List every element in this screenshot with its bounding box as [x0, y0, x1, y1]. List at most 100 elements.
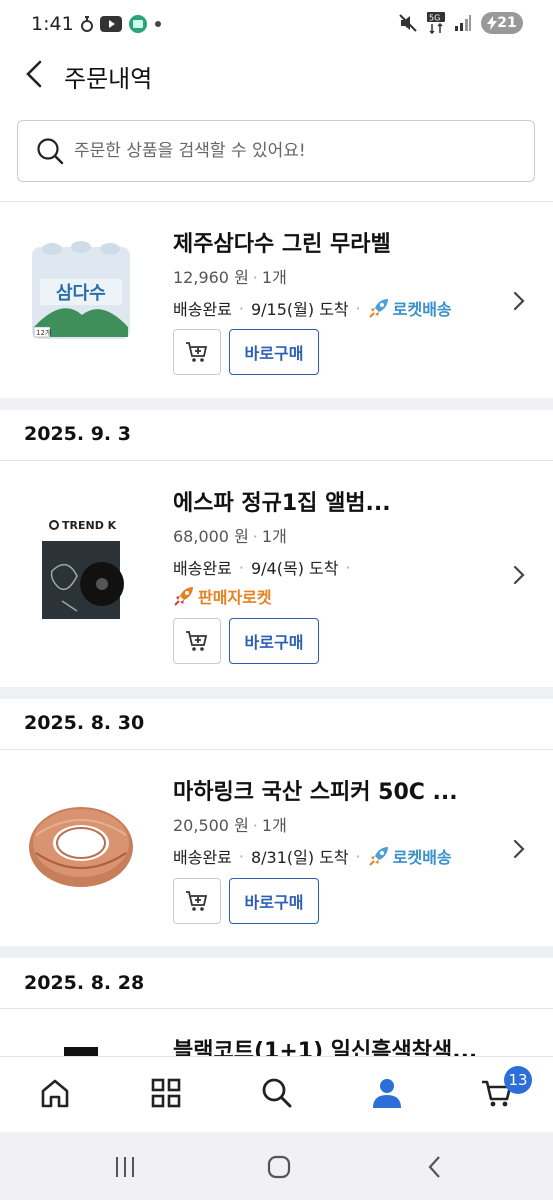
home-circle-icon [267, 1155, 291, 1179]
product-price: 20,500 원 [173, 816, 249, 835]
product-name[interactable]: 에스파 정규1집 앨범... [173, 485, 391, 517]
section-divider [0, 946, 553, 958]
product-price: 12,960 원 [173, 268, 249, 287]
rocket-badge-label: 로켓배송 [392, 300, 452, 319]
order-card[interactable]: 마하링크 국산 스피커 50C ... 20,500 원 · 1개 배송완료 · 8/… [0, 750, 553, 946]
add-cart-icon [186, 631, 208, 651]
product-qty: 1개 [261, 816, 287, 835]
arrival-date: 9/15(월) 도착 [250, 300, 349, 319]
product-name[interactable]: 마하링크 국산 스피커 50C ... [173, 774, 458, 806]
recent-apps-button[interactable] [110, 1152, 140, 1182]
section-divider [0, 398, 553, 410]
person-icon [373, 1079, 401, 1108]
dot-icon [155, 21, 161, 27]
home-button[interactable] [264, 1152, 294, 1182]
battery-level: 21 [497, 15, 517, 31]
delivery-status-text: 배송완료 [173, 848, 232, 867]
nav-home[interactable] [37, 1075, 73, 1111]
back-button[interactable] [16, 54, 56, 94]
nav-my-page[interactable] [369, 1075, 405, 1111]
order-card[interactable]: 삼다수 12개 제주삼다수 그린 무라벨 12,960 원 · 1개 배송완료 · 9… [0, 202, 553, 398]
notification-icon [81, 16, 93, 32]
delivery-status: 배송완료 · 9/15(월) 도착 · 로켓배송 [173, 296, 452, 320]
rocket-icon [369, 299, 388, 318]
product-qty: 1개 [261, 527, 287, 546]
rocket-icon [174, 587, 193, 606]
album-cover-image: TREND K [22, 516, 140, 634]
delivery-status: 배송완료 · 9/4(목) 도착 · [173, 555, 358, 579]
order-card[interactable]: TREND K 에스파 정규1집 앨범... 68,000 원 · 1개 배송완료 ·… [0, 461, 553, 687]
app-icon [129, 15, 147, 33]
product-price: 68,000 원 [173, 527, 249, 546]
section-divider [0, 687, 553, 699]
rocket-badge-label: 로켓배송 [392, 848, 452, 867]
home-icon [41, 1079, 69, 1108]
grid-icon [151, 1078, 181, 1108]
recent-apps-icon [116, 1157, 134, 1177]
delivery-status-text: 배송완료 [173, 300, 232, 319]
youtube-icon [100, 16, 122, 32]
svg-text:삼다수: 삼다수 [56, 283, 106, 304]
thumb-brand-text: TREND K [62, 519, 117, 532]
mute-icon [399, 14, 417, 32]
chevron-right-icon[interactable] [508, 834, 530, 864]
nav-search[interactable] [259, 1075, 295, 1111]
product-thumbnail[interactable]: 삼다수 12개 [22, 227, 140, 345]
buy-now-button[interactable]: 바로구매 [229, 878, 319, 924]
water-bottle-pack-image: 삼다수 12개 [32, 241, 130, 339]
page-title: 주문내역 [64, 65, 153, 93]
status-notification-icons [80, 14, 162, 34]
seller-rocket-line: 판매자로켓 [173, 584, 272, 611]
cell-signal-icon [455, 15, 471, 31]
svg-text:12개: 12개 [36, 328, 51, 337]
product-price-qty: 12,960 원 · 1개 [173, 268, 287, 287]
chevron-right-icon[interactable] [508, 286, 530, 316]
search-box[interactable] [17, 120, 535, 182]
product-thumbnail[interactable] [22, 1047, 140, 1056]
order-date-header: 2025. 9. 3 [24, 423, 131, 445]
seller-rocket-badge: 판매자로켓 [173, 584, 272, 608]
charging-bolt-icon [487, 16, 498, 30]
cart-count-badge: 13 [504, 1066, 532, 1094]
svg-text:5G: 5G [429, 14, 440, 23]
add-cart-icon [186, 891, 208, 911]
status-time: 1:41 [31, 13, 74, 35]
product-name[interactable]: 블랙코트(1+1) 일신흑색착색... [173, 1033, 477, 1056]
arrival-date: 9/4(목) 도착 [250, 559, 339, 578]
system-back-button[interactable] [420, 1152, 450, 1182]
product-price-qty: 68,000 원 · 1개 [173, 527, 287, 546]
bottom-nav [0, 1056, 553, 1132]
search-input[interactable] [74, 141, 514, 161]
status-right-icons: 5G 21 [398, 12, 523, 34]
add-to-cart-button[interactable] [173, 329, 221, 375]
chevron-right-icon[interactable] [508, 560, 530, 590]
order-date-header: 2025. 8. 30 [24, 712, 145, 734]
order-date-header: 2025. 8. 28 [24, 972, 145, 994]
search-icon [37, 138, 64, 165]
buy-now-button[interactable]: 바로구매 [229, 618, 319, 664]
add-to-cart-button[interactable] [173, 878, 221, 924]
rocket-icon [369, 847, 388, 866]
buy-now-button[interactable]: 바로구매 [229, 329, 319, 375]
search-icon [262, 1078, 292, 1108]
chevron-left-icon [26, 60, 42, 88]
delivery-status-text: 배송완료 [173, 559, 232, 578]
product-thumbnail[interactable] [22, 785, 140, 903]
arrival-date: 8/31(일) 도착 [250, 848, 349, 867]
add-cart-icon [186, 342, 208, 362]
rocket-delivery-badge: 로켓배송 [368, 296, 452, 320]
product-name[interactable]: 제주삼다수 그린 무라벨 [173, 226, 391, 258]
product-qty: 1개 [261, 268, 287, 287]
system-nav-bar [0, 1132, 553, 1200]
speaker-cable-coil-image [29, 807, 133, 887]
product-thumbnail[interactable]: TREND K [22, 516, 140, 634]
status-bar: 1:41 5G 21 [0, 0, 553, 48]
order-card[interactable]: 블랙코트(1+1) 일신흑색착색... [0, 1009, 553, 1056]
rocket-badge-label: 판매자로켓 [198, 588, 272, 607]
rocket-delivery-badge: 로켓배송 [368, 844, 452, 868]
nav-categories[interactable] [148, 1075, 184, 1111]
battery-indicator: 21 [481, 12, 523, 34]
5g-signal-icon: 5G [427, 12, 445, 34]
app-header: 주문내역 [0, 48, 553, 104]
add-to-cart-button[interactable] [173, 618, 221, 664]
